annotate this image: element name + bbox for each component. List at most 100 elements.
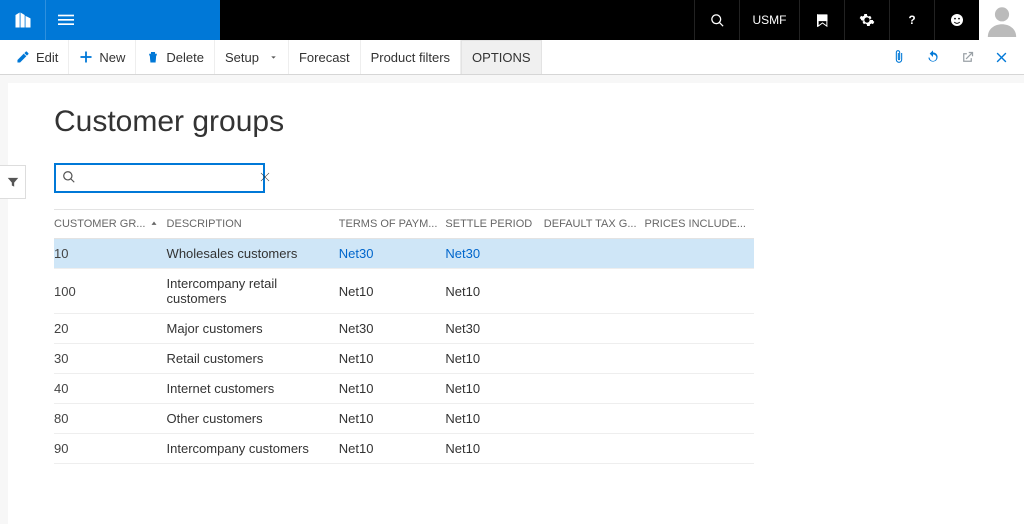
filter-pane-toggle[interactable] — [0, 165, 26, 199]
nav-menu-button[interactable] — [45, 0, 220, 40]
col-tax[interactable]: DEFAULT TAX G... — [544, 210, 645, 239]
cell-terms[interactable]: Net10 — [339, 404, 446, 434]
app-logo[interactable] — [0, 0, 45, 40]
new-label: New — [99, 50, 125, 65]
forecast-button[interactable]: Forecast — [289, 40, 361, 74]
product-filters-label: Product filters — [371, 50, 450, 65]
cell-prices[interactable] — [645, 239, 754, 269]
close-button[interactable] — [984, 40, 1018, 74]
global-search-button[interactable] — [694, 0, 739, 40]
page-title: Customer groups — [54, 105, 978, 139]
cell-customer-group[interactable]: 10 — [54, 239, 167, 269]
cell-terms[interactable]: Net10 — [339, 374, 446, 404]
cell-description[interactable]: Retail customers — [167, 344, 339, 374]
top-bar: USMF ? — [0, 0, 1024, 40]
product-filters-button[interactable]: Product filters — [361, 40, 461, 74]
help-button[interactable]: ? — [889, 0, 934, 40]
top-right-tools: USMF ? — [694, 0, 1024, 40]
cell-prices[interactable] — [645, 434, 754, 464]
popout-button[interactable] — [950, 40, 984, 74]
cell-settle[interactable]: Net30 — [445, 314, 543, 344]
table-row[interactable]: 100Intercompany retail customersNet10Net… — [54, 269, 754, 314]
clear-search-button[interactable] — [258, 170, 272, 187]
page: Customer groups CUSTOMER GR... DESCRIPTI… — [8, 83, 1024, 524]
table-row[interactable]: 10Wholesales customersNet30Net30 — [54, 239, 754, 269]
action-bar: Edit New Delete Setup Forecast Product f… — [0, 40, 1024, 75]
cell-customer-group[interactable]: 20 — [54, 314, 167, 344]
search-icon — [62, 170, 76, 187]
cell-settle[interactable]: Net10 — [445, 434, 543, 464]
cell-terms[interactable]: Net10 — [339, 269, 446, 314]
col-terms[interactable]: TERMS OF PAYM... — [339, 210, 446, 239]
cell-tax[interactable] — [544, 269, 645, 314]
new-button[interactable]: New — [69, 40, 136, 74]
cell-description[interactable]: Major customers — [167, 314, 339, 344]
cell-prices[interactable] — [645, 374, 754, 404]
feedback-button[interactable] — [934, 0, 979, 40]
cell-terms[interactable]: Net10 — [339, 434, 446, 464]
table-row[interactable]: 40Internet customersNet10Net10 — [54, 374, 754, 404]
cell-prices[interactable] — [645, 404, 754, 434]
setup-dropdown[interactable]: Setup — [215, 40, 289, 74]
cell-prices[interactable] — [645, 344, 754, 374]
table-row[interactable]: 90Intercompany customersNet10Net10 — [54, 434, 754, 464]
settings-button[interactable] — [844, 0, 889, 40]
cell-description[interactable]: Wholesales customers — [167, 239, 339, 269]
cell-prices[interactable] — [645, 269, 754, 314]
pencil-icon — [16, 50, 30, 64]
cell-terms[interactable]: Net30 — [339, 239, 446, 269]
cell-customer-group[interactable]: 100 — [54, 269, 167, 314]
cell-description[interactable]: Other customers — [167, 404, 339, 434]
cell-prices[interactable] — [645, 314, 754, 344]
sort-ascending-icon — [149, 218, 159, 230]
cell-settle[interactable]: Net10 — [445, 374, 543, 404]
attach-button[interactable] — [882, 40, 916, 74]
delete-label: Delete — [166, 50, 204, 65]
trash-icon — [146, 50, 160, 64]
company-label: USMF — [753, 13, 787, 27]
cell-settle[interactable]: Net30 — [445, 239, 543, 269]
refresh-button[interactable] — [916, 40, 950, 74]
content-area: Customer groups CUSTOMER GR... DESCRIPTI… — [0, 75, 1024, 524]
cell-tax[interactable] — [544, 374, 645, 404]
table-row[interactable]: 20Major customersNet30Net30 — [54, 314, 754, 344]
options-label: OPTIONS — [472, 50, 531, 65]
cell-description[interactable]: Intercompany retail customers — [167, 269, 339, 314]
cell-description[interactable]: Intercompany customers — [167, 434, 339, 464]
options-tab[interactable]: OPTIONS — [461, 40, 542, 74]
cell-tax[interactable] — [544, 314, 645, 344]
cell-description[interactable]: Internet customers — [167, 374, 339, 404]
cell-tax[interactable] — [544, 239, 645, 269]
cell-tax[interactable] — [544, 344, 645, 374]
forecast-label: Forecast — [299, 50, 350, 65]
cell-settle[interactable]: Net10 — [445, 404, 543, 434]
svg-text:?: ? — [909, 14, 916, 27]
grid-search-box[interactable] — [54, 163, 265, 193]
cell-customer-group[interactable]: 30 — [54, 344, 167, 374]
favorites-button[interactable] — [799, 0, 844, 40]
plus-icon — [79, 50, 93, 64]
table-row[interactable]: 30Retail customersNet10Net10 — [54, 344, 754, 374]
chevron-down-icon — [269, 50, 278, 65]
col-description[interactable]: DESCRIPTION — [167, 210, 339, 239]
table-row[interactable]: 80Other customersNet10Net10 — [54, 404, 754, 434]
grid-header-row: CUSTOMER GR... DESCRIPTION TERMS OF PAYM… — [54, 210, 754, 239]
cell-tax[interactable] — [544, 404, 645, 434]
cell-terms[interactable]: Net30 — [339, 314, 446, 344]
grid-search-input[interactable] — [76, 171, 258, 186]
col-settle[interactable]: SETTLE PERIOD — [445, 210, 543, 239]
cell-settle[interactable]: Net10 — [445, 269, 543, 314]
user-avatar[interactable] — [979, 0, 1024, 40]
cell-customer-group[interactable]: 40 — [54, 374, 167, 404]
cell-tax[interactable] — [544, 434, 645, 464]
edit-label: Edit — [36, 50, 58, 65]
cell-terms[interactable]: Net10 — [339, 344, 446, 374]
col-customer-group[interactable]: CUSTOMER GR... — [54, 210, 167, 239]
col-prices[interactable]: PRICES INCLUDE... — [645, 210, 754, 239]
cell-customer-group[interactable]: 80 — [54, 404, 167, 434]
cell-settle[interactable]: Net10 — [445, 344, 543, 374]
company-selector[interactable]: USMF — [739, 0, 799, 40]
cell-customer-group[interactable]: 90 — [54, 434, 167, 464]
delete-button[interactable]: Delete — [136, 40, 215, 74]
edit-button[interactable]: Edit — [6, 40, 69, 74]
